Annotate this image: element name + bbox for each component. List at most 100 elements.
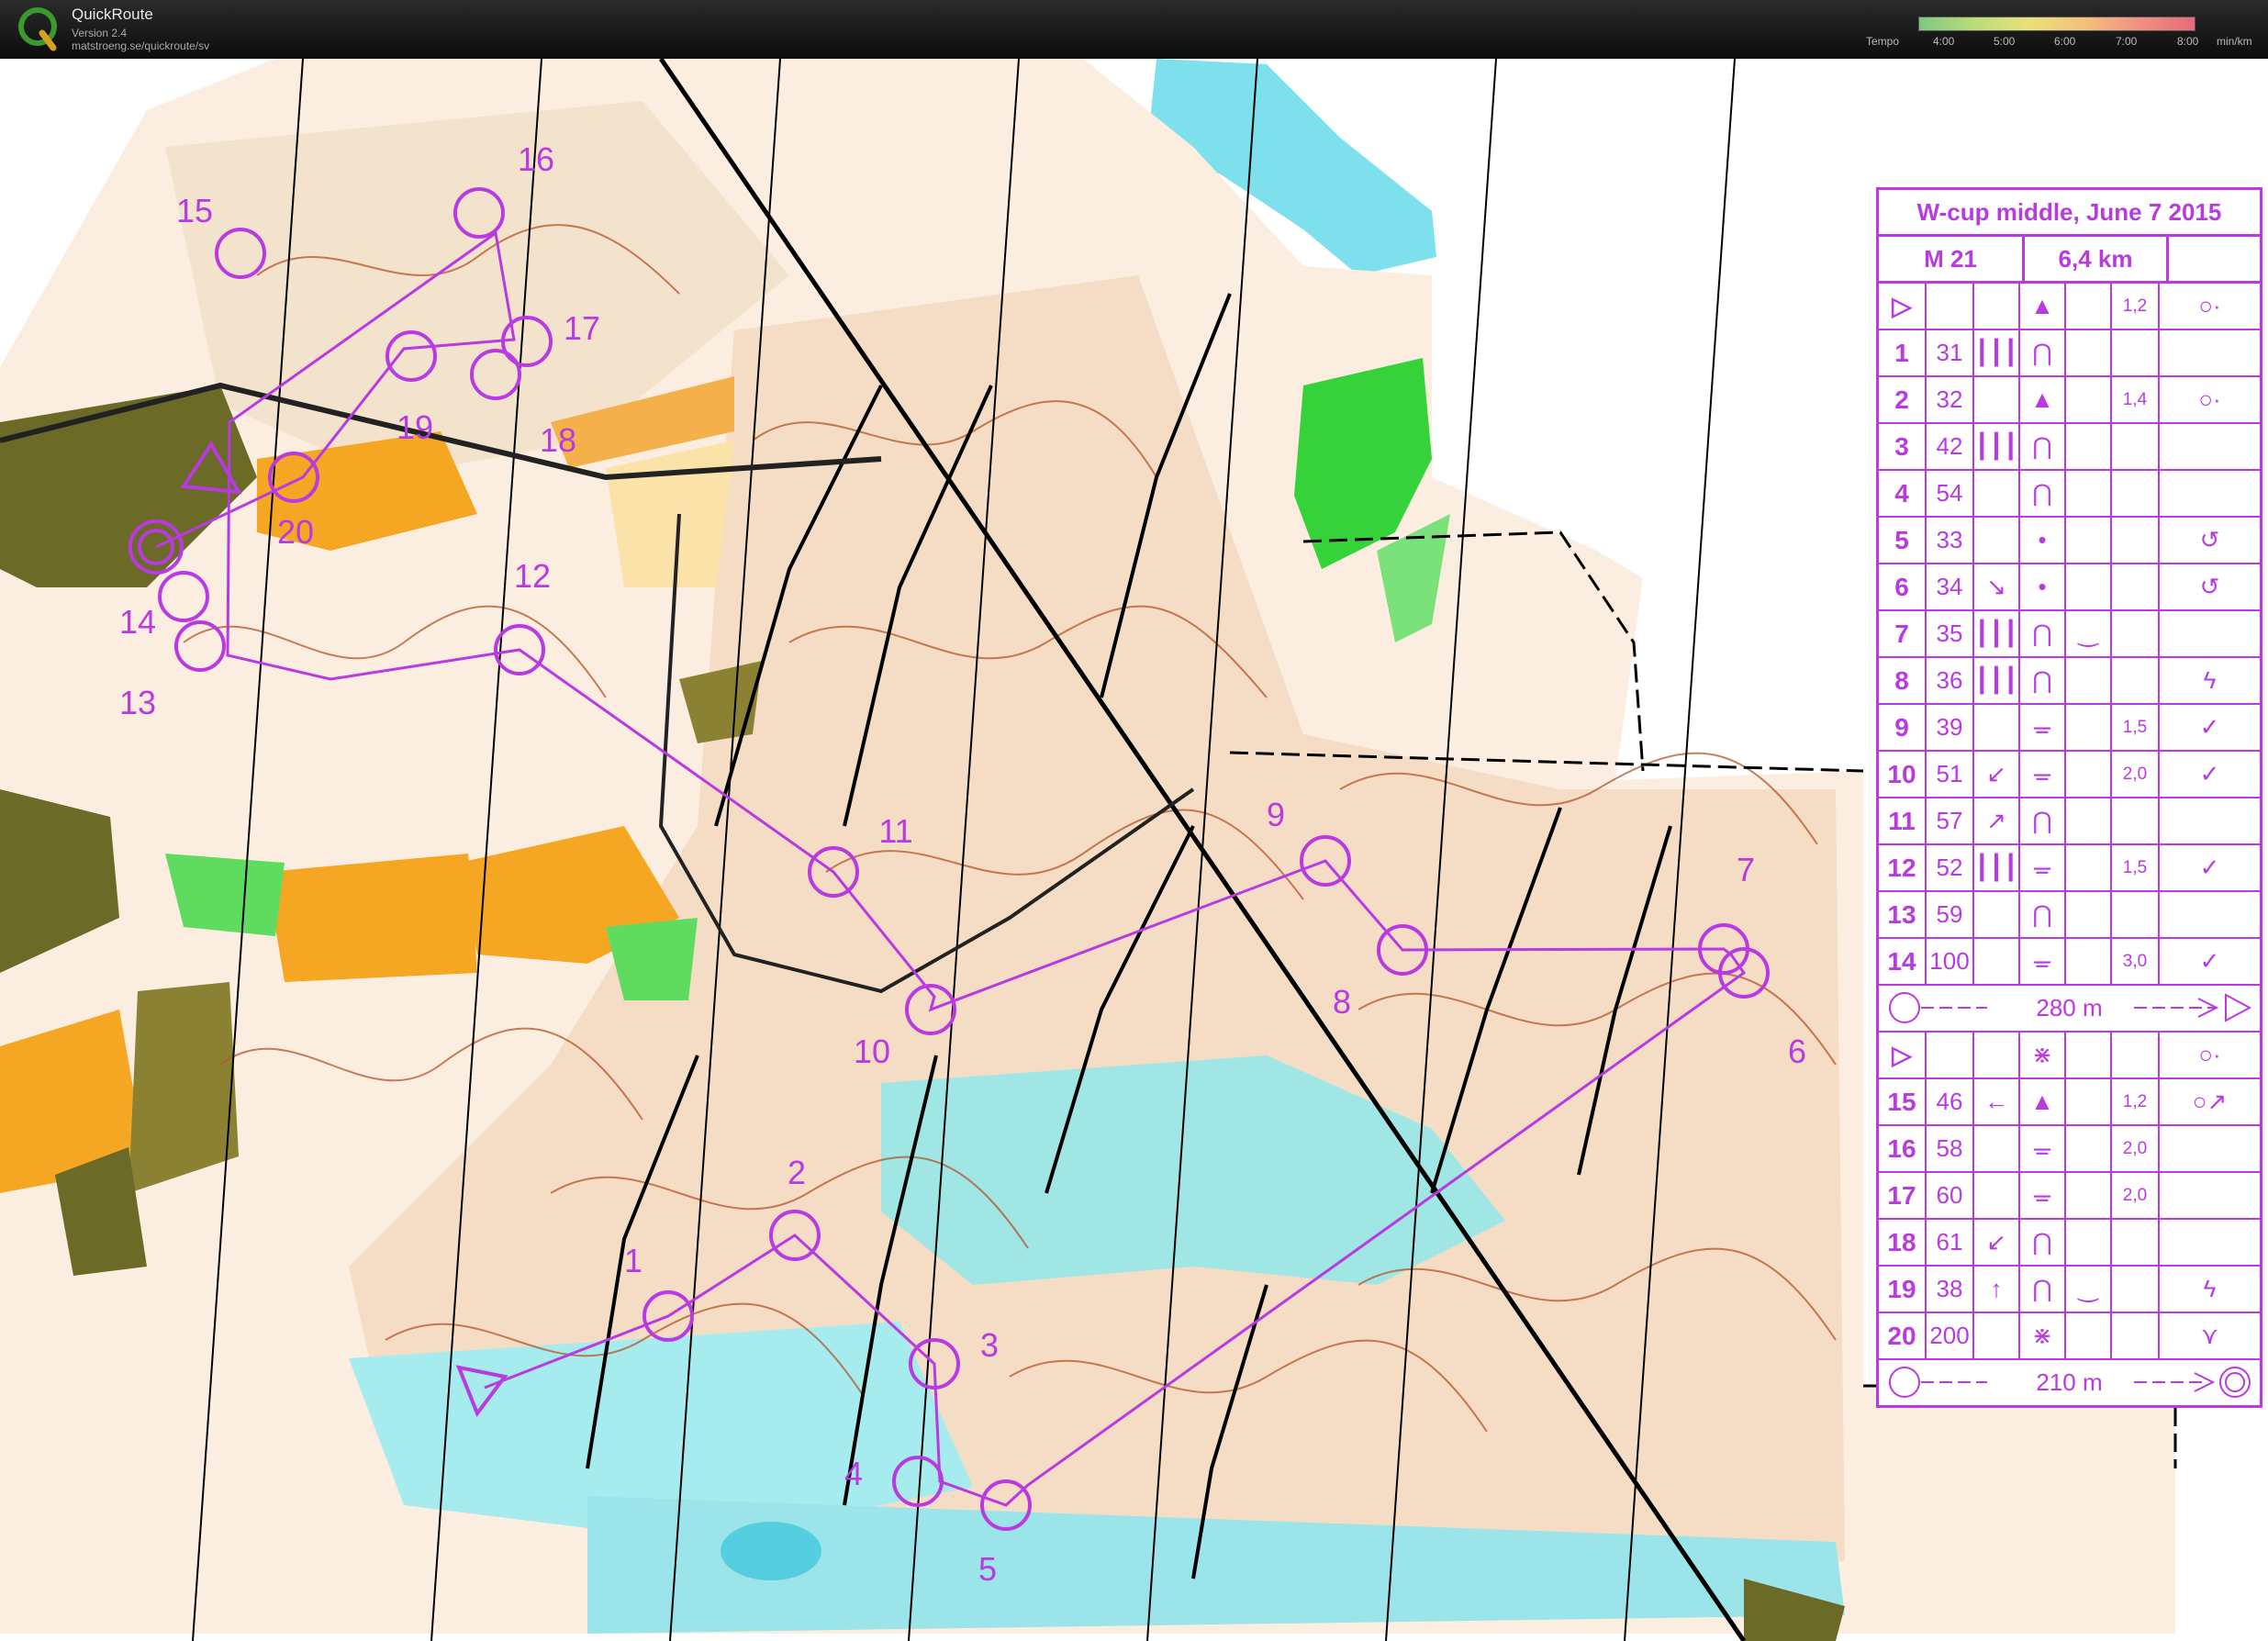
feature-cell: ▲ [2020, 377, 2066, 422]
tempo-unit: min/km [2217, 35, 2252, 48]
control-num-cell: 8 [1879, 658, 1927, 703]
control-num-cell: 2 [1879, 377, 1927, 422]
control-number: 17 [564, 309, 600, 347]
control-code-cell: 46 [1927, 1079, 1974, 1124]
description-header: M 21 6,4 km [1879, 237, 2260, 284]
tempo-color-scale [1918, 17, 2195, 31]
control-row: 4 54 ⋂ [1879, 471, 2260, 518]
control-number: 14 [119, 603, 156, 641]
appearance-cell [2066, 284, 2112, 329]
which-feature-cell [1974, 1313, 2020, 1358]
header-blank [2169, 237, 2260, 281]
control-row: 15 46 ← ▲ 1,2 ○↗ [1879, 1079, 2260, 1126]
which-feature-cell: ↗ [1974, 798, 2020, 843]
location-cell [2160, 798, 2260, 843]
feature-cell: ⋇ [2020, 1033, 2066, 1077]
control-row: 18 61 ↙ ⋂ [1879, 1220, 2260, 1267]
which-feature-cell: ↙ [1974, 752, 2020, 797]
start-symbol: ▷ [1879, 1033, 1927, 1077]
location-cell [2160, 1126, 2260, 1171]
control-row: 17 60 ᚚ 2,0 [1879, 1173, 2260, 1220]
which-feature-cell [1974, 705, 2020, 750]
feature-cell: ⋂ [2020, 471, 2066, 516]
feature-cell: ⋂ [2020, 330, 2066, 375]
tempo-label: Tempo [1866, 35, 1900, 48]
control-row: 1 31 ┃┃┃ ⋂ [1879, 330, 2260, 377]
feature-cell: ⋂ [2020, 1220, 2066, 1265]
control-code-cell: 39 [1927, 705, 1974, 750]
control-number: 10 [854, 1033, 890, 1070]
feature-cell: • [2020, 518, 2066, 563]
dimension-cell [2112, 1033, 2160, 1077]
control-code-cell: 61 [1927, 1220, 1974, 1265]
feature-cell: ▲ [2020, 284, 2066, 329]
code-cell [1927, 284, 1974, 329]
appearance-cell [2066, 752, 2112, 797]
feature-cell: ᚚ [2020, 1173, 2066, 1218]
location-cell: ↺ [2199, 526, 2220, 553]
control-number: 7 [1737, 851, 1755, 888]
dimension-cell [2112, 518, 2160, 563]
open-land-area [266, 854, 477, 982]
control-code-cell: 36 [1927, 658, 1974, 703]
control-num-cell: 3 [1879, 424, 1927, 469]
control-number: 18 [540, 421, 576, 459]
control-code-cell: 35 [1927, 611, 1974, 656]
appearance-cell: ‿ [2066, 611, 2112, 656]
control-row: 7 35 ┃┃┃ ⋂ ‿ [1879, 611, 2260, 658]
control-code-cell: 31 [1927, 330, 1974, 375]
appearance-cell: ‿ [2066, 1267, 2112, 1312]
description-rows-part-1: ▷ ▲ 1,2 ○· 1 31 ┃┃┃ ⋂ 2 32 ▲ 1,4 ○· 3 42 ┃┃┃ ⋂ 4 54 ⋂ 5 33 • ↺ 6… [1879, 284, 2260, 986]
control-number: 15 [176, 192, 213, 229]
appearance-cell [2066, 892, 2112, 937]
location-cell [2160, 1173, 2260, 1218]
dimension-cell [2112, 424, 2160, 469]
dimension-cell: 2,0 [2112, 752, 2160, 797]
appearance-cell [2066, 424, 2112, 469]
which-feature-cell: ┃┃┃ [1974, 424, 2020, 469]
control-number: 9 [1267, 796, 1285, 833]
app-name: QuickRoute [72, 6, 153, 23]
appearance-cell [2066, 1033, 2112, 1077]
description-title: W-cup middle, June 7 2015 [1879, 190, 2260, 237]
control-number: 6 [1788, 1033, 1806, 1070]
app-url[interactable]: matstroeng.se/quickroute/sv [72, 39, 209, 52]
which-feature-cell [1974, 471, 2020, 516]
control-row: 3 42 ┃┃┃ ⋂ [1879, 424, 2260, 471]
title-bar: QuickRoute Version 2.4 matstroeng.se/qui… [0, 0, 2268, 59]
location-cell: ○· [2198, 292, 2221, 319]
start-row: ▷ ▲ 1,2 ○· [1879, 284, 2260, 330]
location-cell [2160, 892, 2260, 937]
green-area [165, 854, 285, 936]
control-code-cell: 32 [1927, 377, 1974, 422]
control-num-cell: 14 [1879, 939, 1927, 984]
control-row: 6 34 ↘ • ↺ [1879, 564, 2260, 611]
tempo-tick: 6:00 [2054, 35, 2076, 48]
which-feature-cell: ┃┃┃ [1974, 845, 2020, 890]
location-cell: ϟ [2203, 666, 2217, 694]
feature-cell: • [2020, 564, 2066, 609]
appearance-cell [2066, 658, 2112, 703]
control-num-cell: 13 [1879, 892, 1927, 937]
which-cell [1974, 1033, 2020, 1077]
leg-distance: 280 m [2036, 994, 2103, 1021]
which-feature-cell [1974, 939, 2020, 984]
control-number: 1 [624, 1242, 642, 1279]
dimension-cell: 3,0 [2112, 939, 2160, 984]
dimension-cell: 1,5 [2112, 705, 2160, 750]
dimension-cell: 2,0 [2112, 1173, 2160, 1218]
start-symbol: ▷ [1879, 284, 1927, 329]
appearance-cell [2066, 1126, 2112, 1171]
control-num-cell: 6 [1879, 564, 1927, 609]
control-num-cell: 10 [1879, 752, 1927, 797]
dimension-cell [2112, 330, 2160, 375]
tempo-tick: 4:00 [1933, 35, 1955, 48]
dimension-cell [2112, 1220, 2160, 1265]
appearance-cell [2066, 1313, 2112, 1358]
feature-cell: ⋂ [2020, 892, 2066, 937]
tempo-tick: 7:00 [2116, 35, 2138, 48]
control-number: 3 [980, 1326, 999, 1364]
control-code-cell: 34 [1927, 564, 1974, 609]
control-number: 12 [514, 557, 551, 595]
location-cell: ✓ [2199, 760, 2220, 787]
